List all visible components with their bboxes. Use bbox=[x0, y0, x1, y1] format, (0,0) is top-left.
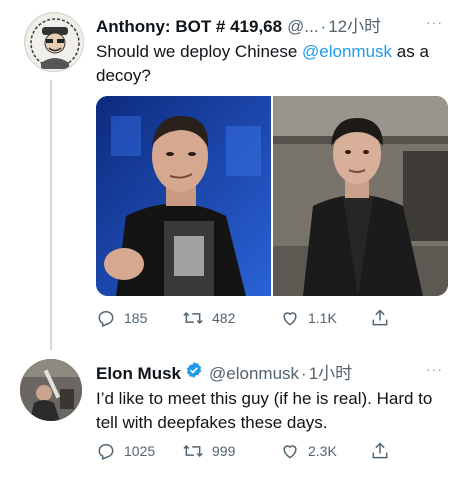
share-icon bbox=[372, 442, 388, 459]
timestamp[interactable]: 12小时 bbox=[328, 12, 381, 37]
tweet1-actions: 185 482 1.1K bbox=[96, 308, 396, 328]
separator-dot: · bbox=[320, 17, 327, 36]
retweet-icon bbox=[183, 311, 203, 325]
display-name[interactable]: Elon Musk bbox=[96, 364, 181, 384]
display-name[interactable]: Anthony: BOT # 419,68 bbox=[96, 17, 282, 37]
tweet-media[interactable] bbox=[96, 96, 448, 296]
reply-button[interactable]: 185 bbox=[96, 308, 182, 328]
avatar-elonmusk[interactable] bbox=[20, 359, 82, 421]
photo-left[interactable] bbox=[96, 96, 271, 296]
more-icon[interactable]: ··· bbox=[426, 361, 443, 377]
tweet-text: I’d like to meet this guy (if he is real… bbox=[96, 389, 433, 432]
reply-count: 1025 bbox=[124, 443, 156, 459]
like-icon bbox=[283, 445, 297, 459]
thread-connector-line bbox=[50, 80, 52, 350]
retweet-button[interactable]: 999 bbox=[182, 441, 280, 461]
handle[interactable]: @... bbox=[287, 17, 318, 37]
like-button[interactable]: 1.1K bbox=[280, 308, 370, 328]
reply-button[interactable]: 1025 bbox=[96, 441, 182, 461]
avatar-anthony[interactable] bbox=[24, 12, 84, 72]
photo-left-image bbox=[96, 96, 271, 296]
verified-badge-icon bbox=[186, 362, 202, 378]
tweet1-header: Anthony: BOT # 419,68 @... · 12小时 bbox=[96, 12, 381, 37]
like-icon bbox=[283, 312, 297, 326]
avatar-photo-icon bbox=[20, 359, 82, 421]
separator-dot: · bbox=[301, 364, 307, 383]
reply-icon bbox=[98, 311, 114, 328]
reply-icon bbox=[98, 444, 114, 461]
more-icon[interactable]: ··· bbox=[426, 14, 443, 30]
share-icon bbox=[372, 309, 388, 326]
photo-right-image bbox=[273, 96, 448, 296]
tweet-text: Should we deploy Chinese @elonmusk as a … bbox=[96, 40, 456, 88]
like-button[interactable]: 2.3K bbox=[280, 441, 370, 461]
retweet-button[interactable]: 482 bbox=[182, 308, 280, 328]
retweet-count: 999 bbox=[212, 443, 236, 459]
tweet2-header: Elon Musk @elonmusk · 1小时 bbox=[96, 359, 352, 384]
tweet-elon[interactable]: Elon Musk @elonmusk · 1小时 ··· I’d like t… bbox=[0, 345, 469, 480]
timestamp[interactable]: 1小时 bbox=[309, 359, 352, 384]
mention-link[interactable]: @elonmusk bbox=[302, 42, 392, 61]
handle[interactable]: @elonmusk bbox=[209, 364, 299, 384]
like-count: 1.1K bbox=[308, 310, 337, 326]
tweet2-actions: 1025 999 2.3K bbox=[96, 441, 396, 461]
retweet-count: 482 bbox=[212, 310, 236, 326]
tweet-anthony[interactable]: Anthony: BOT # 419,68 @... · 12小时 ··· Sh… bbox=[0, 0, 469, 350]
like-count: 2.3K bbox=[308, 443, 337, 459]
reply-count: 185 bbox=[124, 310, 148, 326]
share-button[interactable] bbox=[370, 308, 390, 328]
tweet-text-part: Should we deploy Chinese bbox=[96, 42, 303, 61]
photo-right[interactable] bbox=[273, 96, 448, 296]
avatar-cartoon-icon bbox=[26, 14, 83, 71]
retweet-icon bbox=[183, 444, 203, 458]
share-button[interactable] bbox=[370, 441, 390, 461]
